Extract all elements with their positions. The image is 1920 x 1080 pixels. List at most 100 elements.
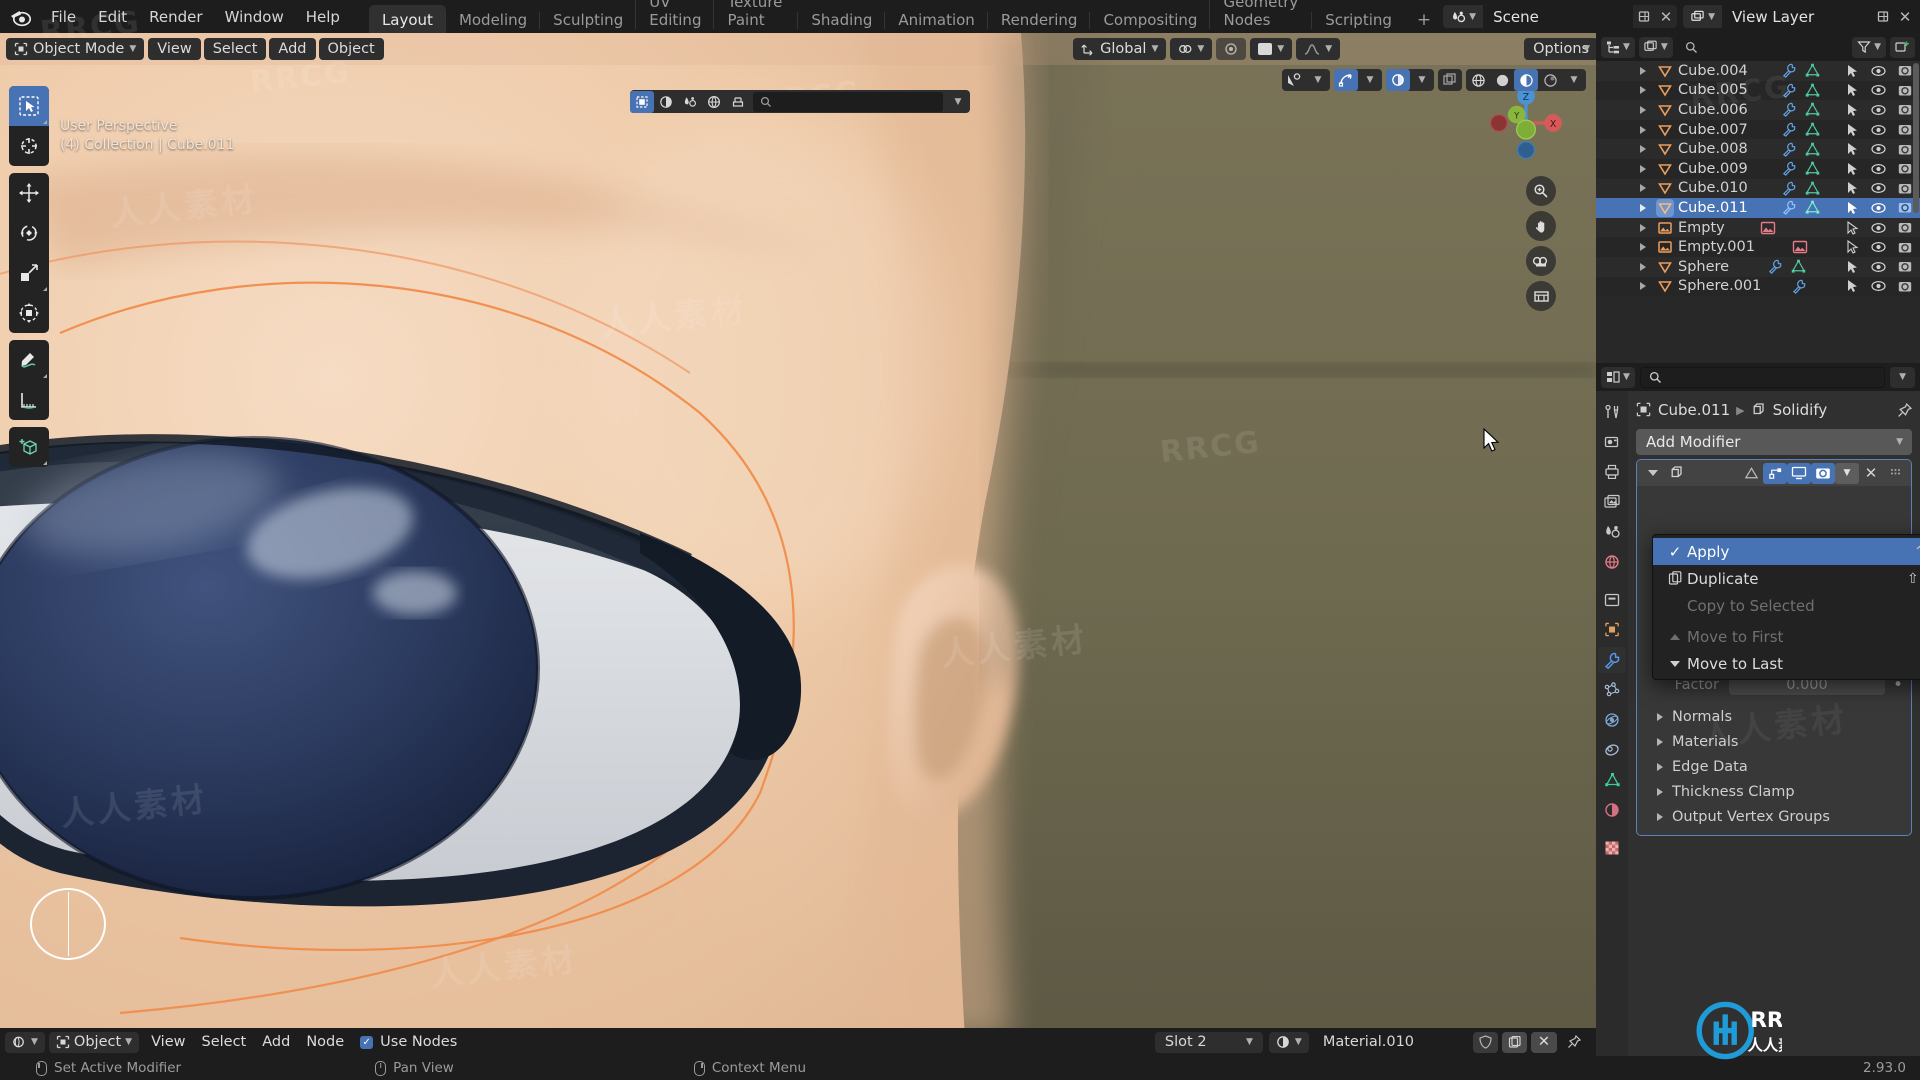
modifier-extras-dropdown[interactable]: ▼ [1835, 462, 1859, 484]
disable-in-renders-icon[interactable] [1898, 201, 1912, 214]
mesh-data-icon[interactable] [1791, 259, 1806, 274]
selectable-cursor-icon[interactable] [1846, 103, 1859, 117]
new-scene-button[interactable] [1633, 5, 1655, 28]
tab-tool[interactable] [1598, 399, 1626, 425]
chevron-down-icon[interactable]: ▼ [1562, 69, 1586, 91]
pan-view-button[interactable] [1526, 211, 1556, 241]
node-menu-node[interactable]: Node [298, 1032, 352, 1053]
outliner-row-cube-005[interactable]: Cube.005 [1596, 80, 1920, 101]
modifier-icon[interactable] [1782, 63, 1797, 79]
outliner-row-cube-008[interactable]: Cube.008 [1596, 139, 1920, 159]
outliner-filter-button[interactable]: ▼ [1852, 36, 1886, 58]
selectable-cursor-icon[interactable] [1846, 220, 1859, 235]
section-materials[interactable]: Materials [1643, 729, 1905, 754]
tab-world[interactable] [1598, 549, 1626, 575]
mesh-data-icon[interactable] [1805, 102, 1820, 117]
tab-object[interactable] [1598, 617, 1626, 643]
proportional-falloff-selector[interactable]: ▼ [1250, 38, 1293, 60]
rendered-shading-icon[interactable] [1538, 69, 1562, 91]
tab-physics[interactable] [1598, 707, 1626, 733]
viewport-menu-select[interactable]: Select [203, 38, 267, 60]
workspace-tab-shading[interactable]: Shading [797, 5, 885, 36]
mesh-data-icon[interactable] [1805, 142, 1820, 157]
properties-editor[interactable]: ▼ ▼ Cube.011 ▶ Solidify Add Modifier ▼ ▼… [1596, 363, 1920, 1056]
xray-icon[interactable] [1386, 69, 1410, 91]
mesh-data-icon[interactable] [1805, 63, 1820, 78]
zoom-view-button[interactable] [1526, 176, 1556, 206]
disclosure-triangle-icon[interactable] [1640, 243, 1646, 252]
modifier-icon[interactable] [1768, 259, 1783, 275]
chevron-down-icon[interactable]: ▼ [1410, 69, 1434, 91]
modifier-extras-menu[interactable]: ✓ Apply ⌃A Duplicate ⇧ D Copy to Selecte… [1652, 534, 1920, 680]
outliner-row-sphere[interactable]: Sphere [1596, 256, 1920, 277]
view-layer-selector[interactable]: ▼ View Layer ✕ [1683, 5, 1916, 28]
toggle-xray-button[interactable] [1438, 69, 1462, 91]
proportional-editing-toggle[interactable] [1216, 38, 1247, 60]
menu-render[interactable]: Render [138, 5, 213, 29]
collapse-triangle-icon[interactable] [1641, 463, 1665, 484]
show-in-viewport-icon[interactable] [1787, 462, 1811, 484]
mesh-data-icon[interactable] [1805, 122, 1820, 137]
filter-world-icon[interactable] [702, 91, 726, 113]
toggle-orthographic-button[interactable] [1526, 281, 1556, 311]
selectable-cursor-icon[interactable] [1846, 83, 1859, 97]
pin-icon[interactable] [1897, 402, 1912, 418]
material-browse-button[interactable]: ▼ [1268, 1031, 1309, 1053]
3d-viewport[interactable]: Object Mode ▼ View Select Add Object Glo… [0, 33, 1596, 1028]
filter-shading-icon[interactable] [654, 91, 678, 113]
hide-in-viewport-icon[interactable] [1871, 84, 1886, 96]
workspace-tab-scripting[interactable]: Scripting [1311, 5, 1405, 36]
workspace-tab-texture-paint[interactable]: Texture Paint [713, 0, 798, 36]
node-menu-view[interactable]: View [143, 1032, 193, 1053]
remove-view-layer-button[interactable]: ✕ [1894, 5, 1916, 28]
chevron-down-icon[interactable]: ▼ [946, 91, 970, 113]
workspace-tab-rendering[interactable]: Rendering [986, 5, 1091, 36]
outliner-editor-type-button[interactable]: ▼ [1601, 36, 1635, 58]
scene-icon[interactable]: ▼ [1443, 5, 1484, 28]
disclosure-triangle-icon[interactable] [1640, 223, 1646, 232]
show-overlays-group[interactable]: ▼ [1334, 69, 1382, 91]
gizmo-icon[interactable] [1282, 69, 1306, 91]
tab-output[interactable] [1598, 459, 1626, 485]
workspace-tab-sculpting[interactable]: Sculpting [539, 5, 636, 36]
disable-in-renders-icon[interactable] [1898, 260, 1912, 273]
disable-in-renders-icon[interactable] [1898, 143, 1912, 156]
properties-options-button[interactable]: ▼ [1890, 366, 1915, 388]
disable-in-renders-icon[interactable] [1898, 241, 1912, 254]
modifier-icon[interactable] [1782, 142, 1797, 157]
scene-selector[interactable]: ▼ Scene ✕ [1443, 5, 1678, 28]
node-menu-select[interactable]: Select [194, 1032, 255, 1053]
transform-tool[interactable] [9, 293, 49, 333]
use-nodes-toggle[interactable]: ✓ Use Nodes [352, 1032, 465, 1053]
section-normals[interactable]: Normals [1643, 704, 1905, 729]
outliner-row-cube-009[interactable]: Cube.009 [1596, 158, 1920, 179]
tab-object-data[interactable] [1598, 767, 1626, 793]
remove-scene-button[interactable]: ✕ [1655, 5, 1677, 28]
mesh-data-icon[interactable] [1805, 83, 1820, 98]
disclosure-triangle-icon[interactable] [1640, 86, 1646, 95]
disclosure-triangle-icon[interactable] [1640, 262, 1646, 271]
wireframe-shading-icon[interactable] [1466, 69, 1490, 91]
mesh-data-icon[interactable] [1805, 200, 1820, 215]
workspace-tab-uv-editing[interactable]: UV Editing [635, 0, 714, 36]
menu-item-duplicate[interactable]: Duplicate ⇧ D [1653, 565, 1920, 592]
selectable-cursor-icon[interactable] [1846, 181, 1859, 195]
cursor-tool[interactable] [9, 126, 49, 166]
outliner-row-cube-006[interactable]: Cube.006 [1596, 100, 1920, 120]
tab-view-layer[interactable] [1598, 489, 1626, 515]
disable-in-renders-icon[interactable] [1898, 221, 1912, 234]
disclosure-triangle-icon[interactable] [1640, 164, 1646, 173]
disclosure-triangle-icon[interactable] [1640, 125, 1646, 134]
pin-icon[interactable] [1561, 1032, 1587, 1053]
workspace-tab-geometry-nodes[interactable]: Geometry Nodes [1209, 0, 1312, 36]
menu-window[interactable]: Window [214, 5, 295, 29]
selectable-cursor-icon[interactable] [1846, 123, 1859, 137]
toggle-xray-icon[interactable] [1438, 69, 1462, 91]
section-output-vertex-groups[interactable]: Output Vertex Groups [1643, 804, 1905, 829]
navigation-gizmo[interactable]: Z X Y [1484, 81, 1568, 165]
add-cube-tool[interactable] [9, 427, 49, 467]
hide-in-viewport-icon[interactable] [1871, 202, 1886, 214]
add-modifier-button[interactable]: Add Modifier ▼ [1636, 429, 1912, 455]
menu-item-move-to-last[interactable]: Move to Last [1653, 650, 1920, 677]
outliner-scrollbar[interactable] [1913, 63, 1919, 213]
